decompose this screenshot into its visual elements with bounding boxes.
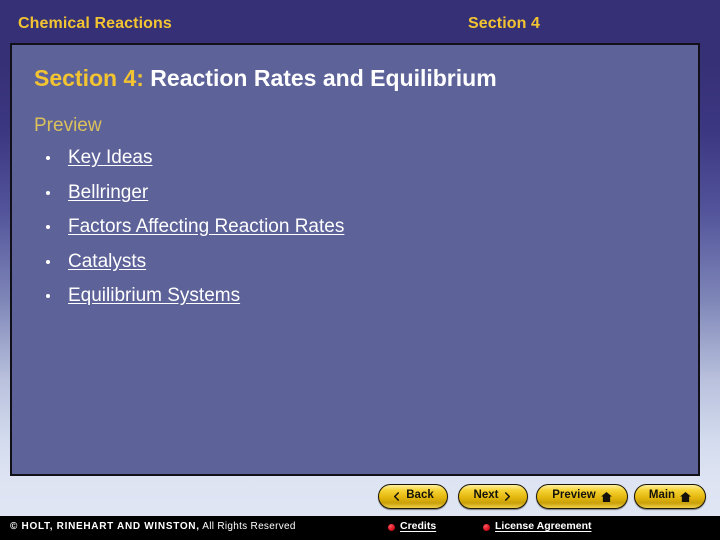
- main-button-label: Main: [648, 489, 676, 502]
- preview-button[interactable]: Preview: [536, 484, 628, 509]
- list-item[interactable]: Bellringer: [38, 182, 344, 217]
- link-factors-affecting-reaction-rates[interactable]: Factors Affecting Reaction Rates: [68, 216, 344, 237]
- license-bullet-icon: [483, 524, 490, 531]
- preview-link-list: Key Ideas Bellringer Factors Affecting R…: [38, 147, 344, 320]
- list-item[interactable]: Catalysts: [38, 251, 344, 286]
- list-item[interactable]: Factors Affecting Reaction Rates: [38, 216, 344, 251]
- home-icon: [600, 491, 612, 502]
- license-agreement-link[interactable]: License Agreement: [495, 520, 591, 532]
- back-button[interactable]: Back: [378, 484, 448, 509]
- preview-heading: Preview: [34, 115, 102, 136]
- slide-title: Section 4: Reaction Rates and Equilibriu…: [34, 65, 497, 92]
- slide-canvas: Chemical Reactions Section 4 Section 4: …: [0, 0, 720, 540]
- preview-button-label: Preview: [552, 489, 596, 502]
- copyright-notice: © HOLT, RINEHART AND WINSTON, All Rights…: [10, 521, 296, 532]
- main-button[interactable]: Main: [634, 484, 706, 509]
- credits-bullet-icon: [388, 524, 395, 531]
- bullet-icon: [46, 225, 50, 229]
- list-item[interactable]: Equilibrium Systems: [38, 285, 344, 320]
- list-item[interactable]: Key Ideas: [38, 147, 344, 182]
- link-equilibrium-systems[interactable]: Equilibrium Systems: [68, 285, 240, 306]
- copyright-rights: All Rights Reserved: [199, 521, 296, 532]
- next-button[interactable]: Next: [458, 484, 528, 509]
- section-label: Section 4: [468, 15, 541, 32]
- next-button-label: Next: [473, 489, 499, 502]
- chevron-left-icon: [394, 492, 400, 501]
- navigation-bar: Back Next Preview Main: [0, 484, 720, 512]
- home-icon: [680, 491, 692, 502]
- chevron-right-icon: [505, 492, 511, 501]
- bullet-icon: [46, 156, 50, 160]
- bullet-icon: [46, 190, 50, 195]
- chapter-title: Chemical Reactions: [18, 15, 172, 32]
- copyright-publisher: © HOLT, RINEHART AND WINSTON,: [10, 521, 200, 532]
- footer-bar: © HOLT, RINEHART AND WINSTON, All Rights…: [0, 516, 720, 540]
- credits-link[interactable]: Credits: [400, 520, 436, 532]
- link-key-ideas[interactable]: Key Ideas: [68, 147, 153, 168]
- slide-title-text: Reaction Rates and Equilibrium: [143, 65, 497, 91]
- link-catalysts[interactable]: Catalysts: [68, 251, 146, 272]
- back-button-label: Back: [406, 489, 434, 502]
- bullet-icon: [46, 294, 50, 298]
- bullet-icon: [46, 259, 50, 264]
- link-bellringer[interactable]: Bellringer: [68, 182, 148, 203]
- slide-title-prefix: Section 4:: [34, 65, 144, 91]
- content-panel: Section 4: Reaction Rates and Equilibriu…: [10, 43, 700, 476]
